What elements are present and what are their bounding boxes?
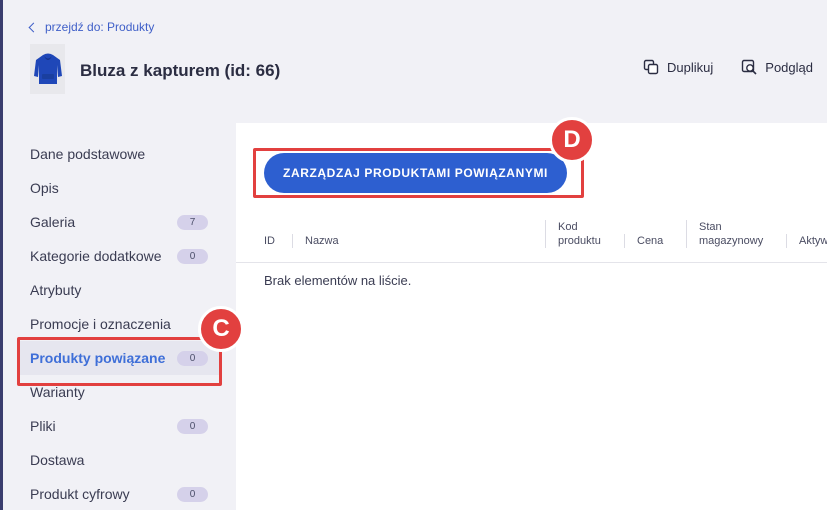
sidebar-item-galeria[interactable]: Galeria 7 (0, 205, 236, 239)
sidebar-item-label: Kategorie dodatkowe (30, 248, 162, 264)
sidebar-item-label: Atrybuty (30, 282, 82, 298)
sidebar-item-produkt-cyfrowy[interactable]: Produkt cyfrowy 0 (0, 477, 236, 510)
sidebar-item-opis[interactable]: Opis (0, 171, 236, 205)
highlight-frame-c (17, 337, 222, 386)
chevron-left-icon (28, 22, 39, 33)
sidebar-item-label: Opis (30, 180, 59, 196)
empty-list-message: Brak elementów na liście. (264, 273, 412, 288)
sidebar-item-label: Dostawa (30, 452, 85, 468)
sidebar-item-label: Galeria (30, 214, 76, 230)
hoodie-image (33, 53, 62, 84)
sidebar-item-atrybuty[interactable]: Atrybuty (0, 273, 236, 307)
breadcrumb[interactable]: przejdź do: Produkty (28, 20, 155, 34)
sidebar-item-label: Dane podstawowe (30, 146, 146, 162)
sidebar-item-kategorie-dodatkowe[interactable]: Kategorie dodatkowe 0 (0, 239, 236, 273)
column-header-price[interactable]: Cena (624, 234, 663, 248)
sidebar-item-label: Warianty (30, 384, 85, 400)
header-actions: Duplikuj Podgląd (643, 59, 813, 75)
duplicate-label: Duplikuj (667, 59, 714, 75)
sidebar-item-dane-podstawowe[interactable]: Dane podstawowe (0, 137, 236, 171)
column-header-stock[interactable]: Stan magazynowy (686, 220, 763, 248)
column-header-name[interactable]: Nazwa (292, 234, 339, 248)
sidebar-item-label: Promocje i oznaczenia (30, 316, 171, 332)
count-badge: 0 (177, 487, 208, 502)
highlight-frame-d (253, 148, 584, 198)
preview-button[interactable]: Podgląd (741, 59, 813, 75)
preview-icon (742, 59, 757, 75)
page-title: Bluza z kapturem (id: 66) (80, 61, 281, 80)
sidebar-item-label: Produkt cyfrowy (30, 486, 130, 502)
annotation-marker-c: C (198, 306, 244, 352)
duplicate-icon (643, 59, 659, 75)
preview-label: Podgląd (765, 59, 813, 75)
annotation-marker-d: D (549, 117, 595, 163)
sidebar-item-dostawa[interactable]: Dostawa (0, 443, 236, 477)
duplicate-button[interactable]: Duplikuj (643, 59, 713, 75)
sidebar-item-label: Pliki (30, 418, 56, 434)
column-header-active[interactable]: Aktyw (786, 234, 827, 248)
table-header: ID Nazwa Kod produktu Cena Stan magazyno… (236, 215, 827, 263)
column-header-id[interactable]: ID (264, 234, 275, 248)
count-badge: 0 (177, 419, 208, 434)
count-badge: 0 (177, 249, 208, 264)
count-badge: 7 (177, 215, 208, 230)
column-header-code[interactable]: Kod produktu (545, 220, 601, 248)
breadcrumb-label: przejdź do: Produkty (45, 20, 155, 34)
sidebar-item-pliki[interactable]: Pliki 0 (0, 409, 236, 443)
product-thumbnail (30, 44, 65, 94)
